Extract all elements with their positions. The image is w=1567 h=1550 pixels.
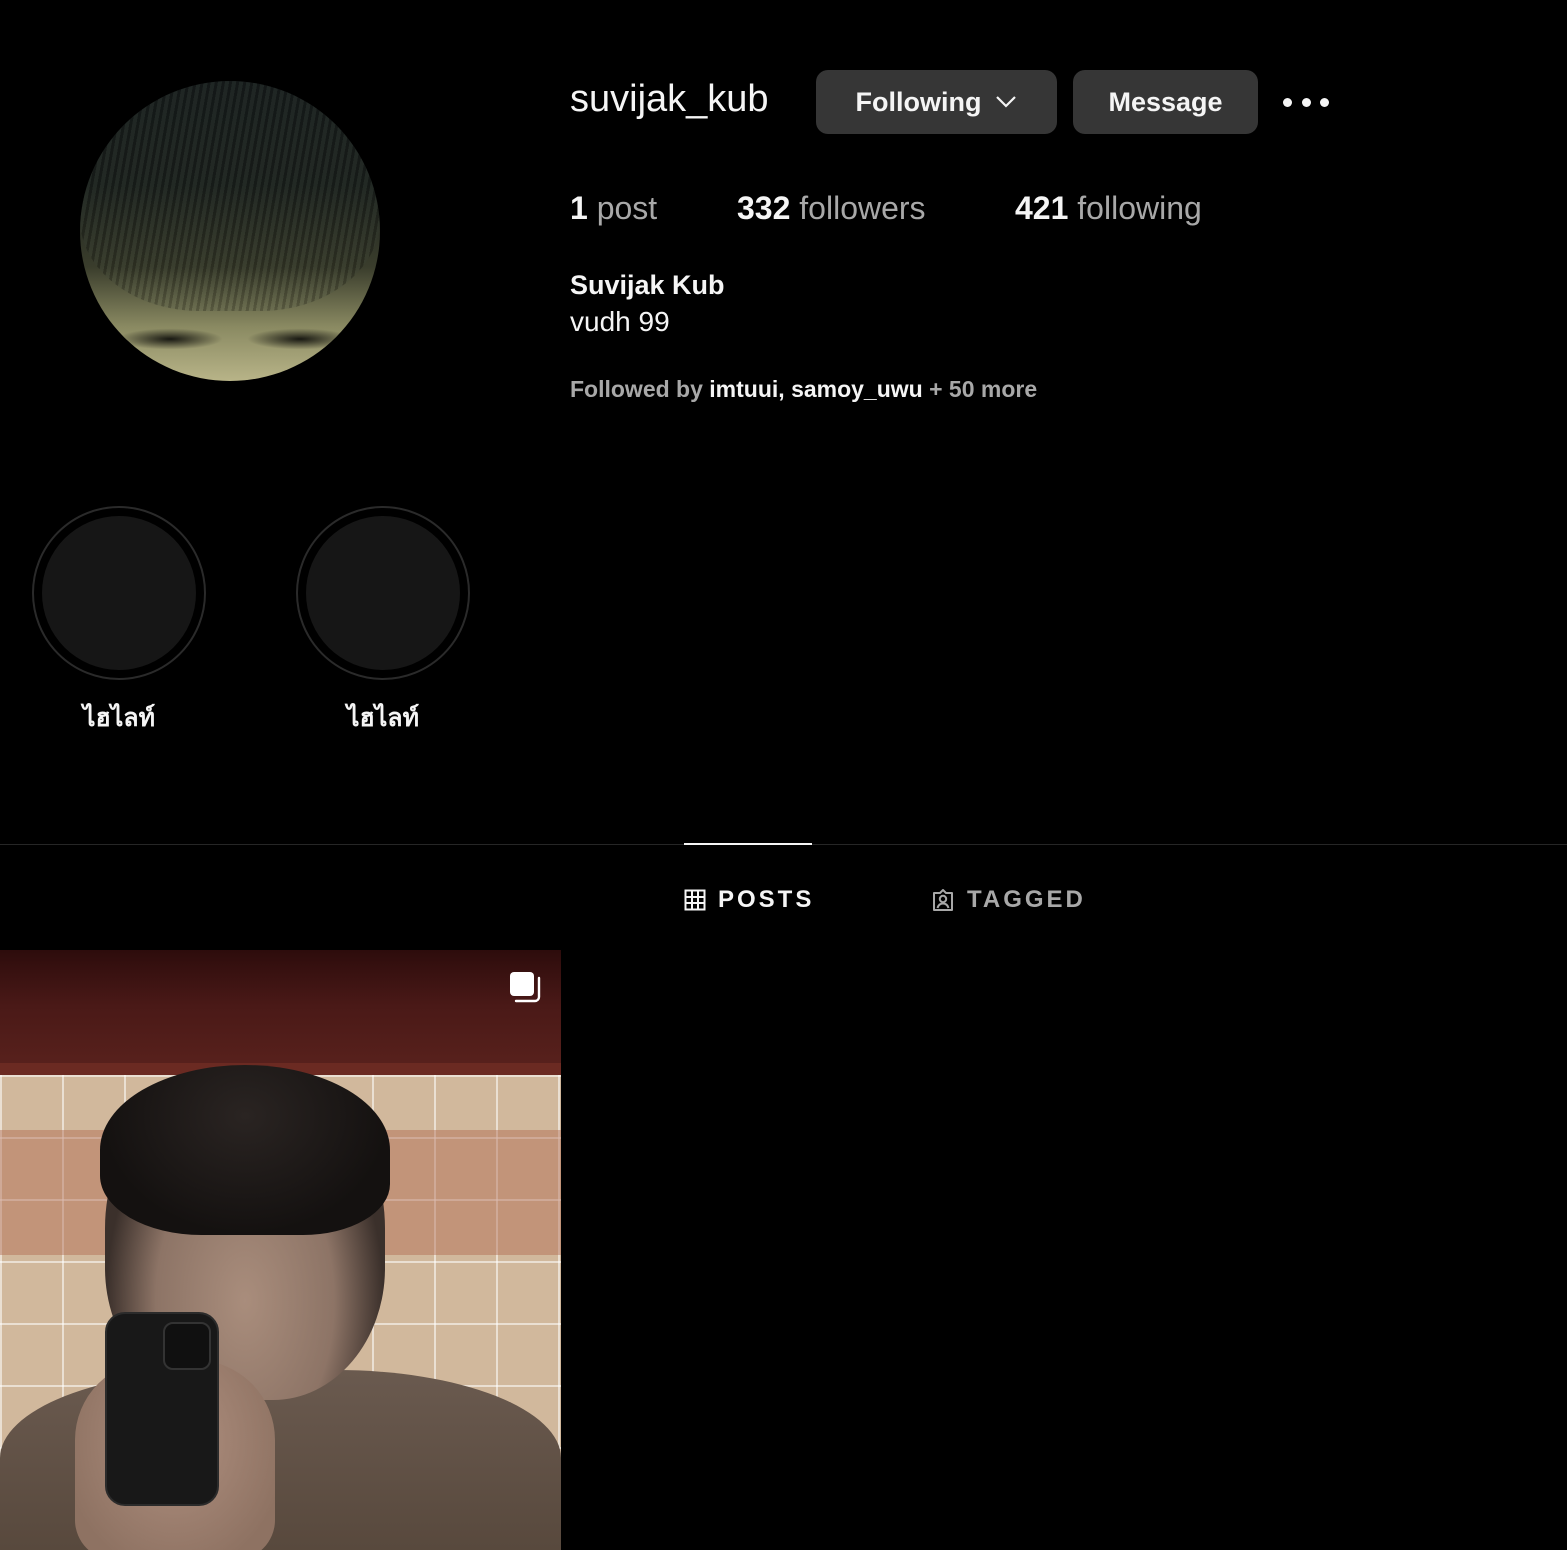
posts-count-label: post xyxy=(587,190,658,226)
dot-icon xyxy=(1283,97,1292,107)
more-options-icon[interactable] xyxy=(1283,92,1329,112)
active-tab-indicator xyxy=(684,843,812,845)
chevron-down-icon xyxy=(996,96,1017,108)
post-image-hair xyxy=(100,1065,390,1235)
profile-avatar[interactable] xyxy=(80,81,380,381)
highlight-label: ไฮไลท์ xyxy=(82,703,156,732)
followed-by-more: + 50 more xyxy=(922,376,1038,402)
posts-count: 1 post xyxy=(570,190,657,227)
profile-bio: vudh 99 xyxy=(570,306,670,337)
message-button[interactable]: Message xyxy=(1073,70,1258,134)
story-highlight[interactable]: ไฮไลท์ xyxy=(296,506,470,738)
tagged-user-icon xyxy=(933,889,953,911)
followers-link[interactable]: 332 followers xyxy=(737,190,926,227)
profile-page: suvijak_kub Following Message 1 post 332… xyxy=(0,0,1567,1550)
avatar-photo xyxy=(80,81,380,311)
followers-label: followers xyxy=(790,190,926,226)
following-label: following xyxy=(1068,190,1202,226)
following-count-value: 421 xyxy=(1015,190,1069,226)
highlight-label: ไฮไลท์ xyxy=(346,703,420,732)
following-button-label: Following xyxy=(855,86,982,117)
highlight-cover xyxy=(42,516,196,670)
followed-by-prefix: Followed by xyxy=(570,376,710,402)
tab-tagged-label: TAGGED xyxy=(967,886,1086,913)
story-highlight[interactable]: ไฮไลท์ xyxy=(32,506,206,738)
profile-full-name: Suvijak Kub xyxy=(570,270,725,300)
followed-by[interactable]: Followed by imtuui, samoy_uwu + 50 more xyxy=(570,376,1037,403)
highlight-ring xyxy=(296,506,470,680)
followed-by-separator: , xyxy=(778,376,792,402)
grid-icon xyxy=(684,889,706,911)
tab-posts-label: POSTS xyxy=(718,886,815,913)
highlight-cover xyxy=(306,516,460,670)
tab-posts[interactable]: POSTS xyxy=(684,880,814,920)
post-image-background xyxy=(0,950,561,1075)
posts-count-value: 1 xyxy=(570,190,588,226)
following-link[interactable]: 421 following xyxy=(1015,190,1202,227)
post-thumbnail[interactable] xyxy=(0,950,561,1550)
message-button-label: Message xyxy=(1108,86,1223,117)
following-button[interactable]: Following xyxy=(816,70,1057,134)
dot-icon xyxy=(1320,97,1329,107)
profile-username: suvijak_kub xyxy=(570,78,769,120)
followed-by-user: samoy_uwu xyxy=(791,376,923,402)
followers-count-value: 332 xyxy=(737,190,791,226)
post-image-phone-camera xyxy=(163,1322,211,1370)
tab-tagged[interactable]: TAGGED xyxy=(931,880,1086,920)
dot-icon xyxy=(1301,97,1311,107)
highlight-ring xyxy=(32,506,206,680)
followed-by-user: imtuui xyxy=(709,376,779,402)
carousel-icon xyxy=(510,972,541,1003)
